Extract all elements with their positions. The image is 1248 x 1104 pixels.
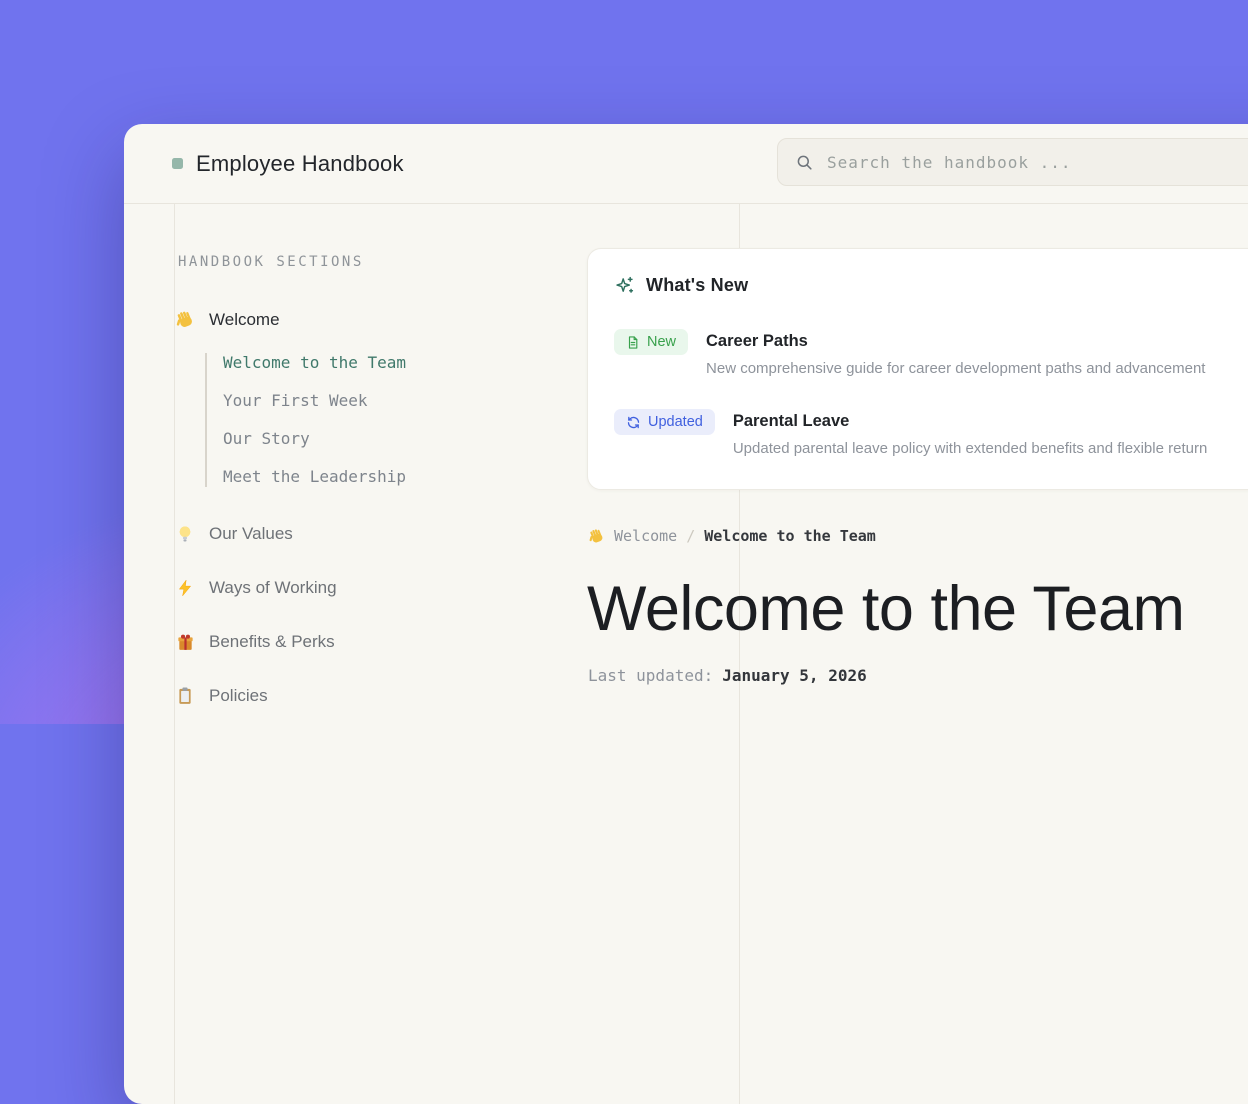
- whats-new-card: What's New New Career Paths New comprehe…: [587, 248, 1248, 490]
- search-input[interactable]: [827, 153, 1248, 172]
- new-badge-label: New: [647, 334, 676, 350]
- last-updated-label: Last updated:: [588, 666, 713, 685]
- new-badge: New: [614, 329, 688, 355]
- app-header: Employee Handbook: [124, 124, 1248, 204]
- sidebar-item-policies[interactable]: Policies: [174, 683, 268, 709]
- whats-new-item-title: Career Paths: [706, 332, 1205, 351]
- subnav-item-meet-the-leadership[interactable]: Meet the Leadership: [223, 467, 406, 487]
- whats-new-item[interactable]: Updated Parental Leave Updated parental …: [614, 409, 1207, 457]
- lightbulb-icon: [174, 524, 196, 544]
- whats-new-title: What's New: [646, 275, 748, 296]
- clipboard-icon: [174, 686, 196, 706]
- updated-badge: Updated: [614, 409, 715, 435]
- breadcrumb-separator: /: [686, 525, 695, 547]
- sidebar-item-ways-of-working[interactable]: Ways of Working: [174, 575, 337, 601]
- sidebar-item-label: Policies: [209, 686, 268, 706]
- file-text-icon: [626, 335, 640, 350]
- main-content: What's New New Career Paths New comprehe…: [587, 204, 1248, 848]
- whats-new-item-title: Parental Leave: [733, 412, 1207, 431]
- sidebar-item-label: Our Values: [209, 524, 293, 544]
- search-box[interactable]: [777, 138, 1248, 186]
- sidebar-item-welcome[interactable]: Welcome: [174, 307, 280, 333]
- search-icon: [795, 153, 814, 172]
- last-updated-value: January 5, 2026: [722, 666, 867, 685]
- whats-new-item-description: New comprehensive guide for career devel…: [706, 360, 1205, 377]
- sidebar: HANDBOOK SECTIONS Welcome Welcome to th: [174, 204, 614, 848]
- wave-icon: [588, 528, 605, 545]
- gift-icon: [174, 633, 196, 652]
- refresh-icon: [626, 415, 641, 430]
- whats-new-item-body: Parental Leave Updated parental leave po…: [733, 409, 1207, 457]
- app-brand: Employee Handbook: [172, 124, 404, 203]
- app-title: Employee Handbook: [196, 151, 404, 177]
- whats-new-header: What's New: [614, 275, 748, 296]
- sidebar-item-benefits-perks[interactable]: Benefits & Perks: [174, 629, 335, 655]
- logo-icon: [172, 158, 183, 169]
- sidebar-item-our-values[interactable]: Our Values: [174, 521, 293, 547]
- whats-new-item[interactable]: New Career Paths New comprehensive guide…: [614, 329, 1205, 377]
- page-title: Welcome to the Team: [587, 576, 1184, 642]
- subnav-item-your-first-week[interactable]: Your First Week: [223, 391, 406, 411]
- sidebar-item-label: Welcome: [209, 310, 280, 330]
- zap-icon: [174, 578, 196, 598]
- subnav-item-our-story[interactable]: Our Story: [223, 429, 406, 449]
- breadcrumb: Welcome / Welcome to the Team: [588, 525, 876, 547]
- subnav-item-welcome-to-the-team[interactable]: Welcome to the Team: [223, 353, 406, 373]
- handbook-window: Employee Handbook HANDBOOK SECTIONS: [124, 124, 1248, 1104]
- sparkles-icon: [614, 275, 635, 296]
- whats-new-item-body: Career Paths New comprehensive guide for…: [706, 329, 1205, 377]
- whats-new-item-description: Updated parental leave policy with exten…: [733, 440, 1207, 457]
- sidebar-item-label: Ways of Working: [209, 578, 337, 598]
- sidebar-item-label: Benefits & Perks: [209, 632, 335, 652]
- sidebar-subnav-welcome: Welcome to the Team Your First Week Our …: [205, 353, 406, 487]
- updated-badge-label: Updated: [648, 414, 703, 430]
- last-updated: Last updated: January 5, 2026: [588, 666, 867, 685]
- breadcrumb-section[interactable]: Welcome: [614, 525, 677, 547]
- breadcrumb-page: Welcome to the Team: [704, 525, 876, 547]
- wave-icon: [174, 310, 196, 330]
- sidebar-section-label: HANDBOOK SECTIONS: [178, 254, 364, 270]
